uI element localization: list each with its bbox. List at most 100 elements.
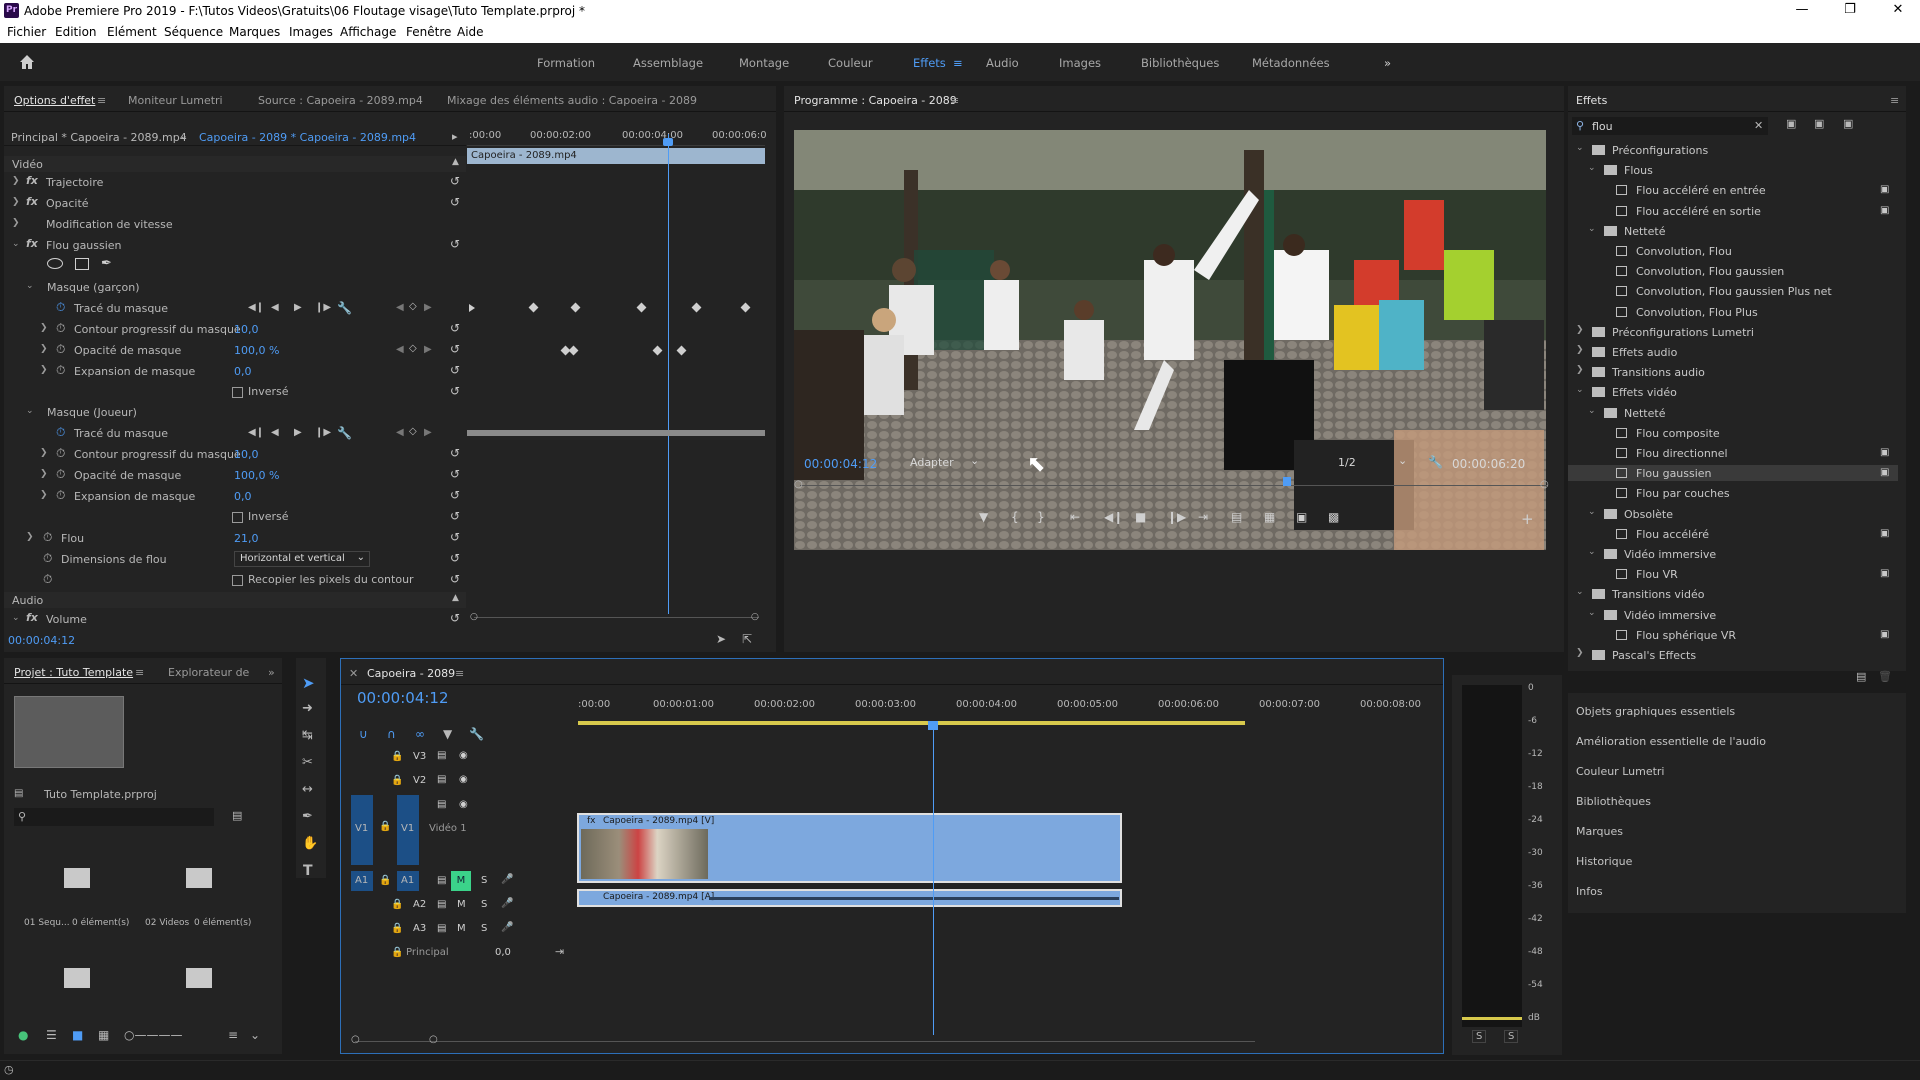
master-value[interactable]: 0,0 [495, 947, 511, 958]
expand-icon[interactable]: ❯ [40, 469, 48, 479]
expansion-row[interactable]: ❯ ⏱ Expansion de masque 0,0 ↺ [4, 363, 466, 380]
audio-clip[interactable]: Capoeira - 2089.mp4 [A] [577, 889, 1122, 907]
stopwatch-icon[interactable]: ⏱ [43, 530, 52, 545]
param-value[interactable]: 100,0 % [234, 344, 279, 357]
expand-icon[interactable]: ❯ [40, 365, 48, 375]
yuv-filter-icon[interactable]: ▣ [1843, 117, 1853, 130]
inverse-checkbox[interactable]: Inversé [232, 385, 289, 398]
lock-icon[interactable]: 🔒 [379, 821, 391, 832]
resolution-select[interactable]: 1/2 ⌄ [1338, 454, 1416, 471]
stopwatch-icon[interactable]: ⏱ [43, 572, 52, 587]
tab-projet[interactable]: Projet : Tuto Template [14, 666, 133, 679]
project-menu-icon[interactable]: ≡ [135, 666, 144, 679]
reset-icon[interactable]: ↺ [450, 530, 460, 544]
bin-folder-icon[interactable] [64, 868, 90, 888]
collapse-icon[interactable]: ⌄ [26, 281, 34, 291]
expand-icon[interactable]: ❯ [12, 197, 20, 207]
effects-folder[interactable]: ⌄ Flous [1568, 162, 1898, 178]
sequence-clip-label[interactable]: Capoeira - 2089 * Capoeira - 2089.mp4 [199, 131, 416, 144]
fx-icon[interactable]: fx [26, 174, 38, 187]
effects-folder[interactable]: ⌄ Effets vidéo [1568, 384, 1898, 400]
mini-playhead-handle[interactable] [663, 138, 673, 146]
collapse-icon[interactable]: ⌄ [1588, 608, 1596, 618]
tab-moniteur-lumetri[interactable]: Moniteur Lumetri [128, 94, 223, 107]
lock-icon[interactable]: 🔒 [391, 751, 403, 762]
track-label[interactable]: V2 [413, 775, 426, 786]
reset-icon[interactable]: ↺ [450, 467, 460, 481]
effects-item[interactable]: Convolution, Flou [1568, 243, 1898, 259]
track-forward-all-icon[interactable]: ❙▶ [315, 302, 331, 313]
stopwatch-icon[interactable]: ⏱ [56, 425, 65, 440]
program-playhead[interactable] [1283, 477, 1291, 486]
keyframe-marker[interactable] [568, 345, 579, 356]
lock-icon[interactable]: ● [18, 1028, 28, 1042]
timeline-menu-icon[interactable]: ≡ [455, 667, 464, 680]
next-keyframe-icon[interactable]: ▶ [424, 427, 432, 438]
menu-marques[interactable]: Marques [229, 25, 280, 39]
zoom-slider-icon[interactable]: ○———— [124, 1028, 182, 1042]
panel-couleur-lumetri[interactable]: Couleur Lumetri [1576, 765, 1664, 778]
fit-select[interactable]: Adapter ⌄ [910, 454, 988, 471]
expand-icon[interactable]: ❯ [12, 176, 20, 186]
scrub-start-icon[interactable]: ○ [794, 479, 803, 490]
eye-icon[interactable]: ◉ [459, 799, 468, 810]
effects-folder[interactable]: ⌄ Vidéo immersive [1568, 546, 1898, 562]
keyframe-marker[interactable] [570, 302, 581, 313]
go-to-out-icon[interactable]: ⇥ [1198, 510, 1208, 524]
expand-icon[interactable]: ❯ [12, 218, 20, 228]
stopwatch-icon[interactable]: ⏱ [56, 363, 65, 378]
marker-icon[interactable]: ▼ [979, 510, 988, 524]
effects-item[interactable]: Flou sphérique VR ▣ [1568, 627, 1898, 643]
work-area-bar[interactable] [578, 721, 1245, 725]
timeline-ruler[interactable]: :00:00 00:00:01:00 00:00:02:00 00:00:03:… [578, 695, 1433, 729]
reset-icon[interactable]: ↺ [450, 488, 460, 502]
mini-zoom-bar[interactable] [474, 617, 759, 618]
maximize-icon[interactable]: ❐ [1830, 2, 1870, 17]
collapse-icon[interactable]: ⌄ [1588, 507, 1596, 517]
pen-mask-icon[interactable]: ✒ [101, 256, 112, 271]
master-clip-label[interactable]: Principal * Capoeira - 2089.mp4 [11, 131, 187, 144]
expand-icon[interactable]: ❯ [40, 490, 48, 500]
param-value[interactable]: 100,0 % [234, 469, 279, 482]
mic-icon[interactable]: 🎤 [501, 898, 513, 909]
bin-folder-icon[interactable] [186, 968, 212, 988]
track-forward-all-icon[interactable]: ❙▶ [315, 427, 331, 438]
step-back-icon[interactable]: ◀❙ [1104, 510, 1123, 524]
collapse-icon[interactable]: ⌄ [1576, 143, 1584, 153]
collapse-icon[interactable]: ⌄ [12, 239, 20, 249]
mask-path-row[interactable]: ⏱ Tracé du masque ◀❙ ◀ ▶ ❙▶ 🔧 ◀ ◇ ▶ [4, 300, 466, 317]
reset-icon[interactable]: ↺ [450, 237, 460, 251]
wrench-icon[interactable]: 🔧 [1428, 455, 1443, 469]
mask-path-keyframe-strip[interactable] [467, 430, 765, 436]
contour-row[interactable]: ❯ ⏱ Contour progressif du masque 10,0 ↺ [4, 446, 466, 463]
param-value[interactable]: 0,0 [234, 490, 252, 503]
reset-icon[interactable]: ↺ [450, 321, 460, 335]
param-value[interactable]: 10,0 [234, 448, 259, 461]
reset-icon[interactable]: ↺ [450, 174, 460, 188]
effects-item[interactable]: Flou par couches [1568, 485, 1898, 501]
bin-folder-icon[interactable] [186, 868, 212, 888]
lock-icon[interactable]: 🔒 [391, 899, 403, 910]
zoom-handle-icon[interactable]: ○ [351, 1034, 360, 1045]
menu-fichier[interactable]: Fichier [7, 25, 46, 39]
step-forward-icon[interactable]: ❙▶ [1167, 510, 1186, 524]
export-icon[interactable]: ⇱ [742, 632, 752, 646]
project-search-input[interactable]: ⚲ [14, 808, 214, 826]
add-keyframe-icon[interactable]: ◇ [409, 426, 417, 437]
panel-amelioration-audio[interactable]: Amélioration essentielle de l'audio [1576, 735, 1766, 748]
new-bin-icon[interactable]: ▤ [232, 809, 242, 822]
eye-icon[interactable]: ◉ [459, 774, 468, 785]
lift-icon[interactable]: ▤ [1231, 510, 1242, 524]
keyframe-marker[interactable] [528, 302, 539, 313]
effects-item[interactable]: Flou composite [1568, 425, 1898, 441]
param-value[interactable]: 0,0 [234, 365, 252, 378]
bin-folder-icon[interactable] [64, 968, 90, 988]
tab-source[interactable]: Source : Capoeira - 2089.mp4 [258, 94, 423, 107]
mark-in-icon[interactable]: { [1011, 510, 1019, 524]
source-patch-a1[interactable]: A1 [351, 871, 373, 891]
menu-affichage[interactable]: Affichage [340, 25, 396, 39]
zoom-handle-icon[interactable]: ○ [751, 612, 759, 622]
timeline-playhead[interactable] [933, 727, 934, 1035]
track-backward-all-icon[interactable]: ◀❙ [248, 302, 264, 313]
nest-icon[interactable]: ∪ [359, 727, 368, 741]
